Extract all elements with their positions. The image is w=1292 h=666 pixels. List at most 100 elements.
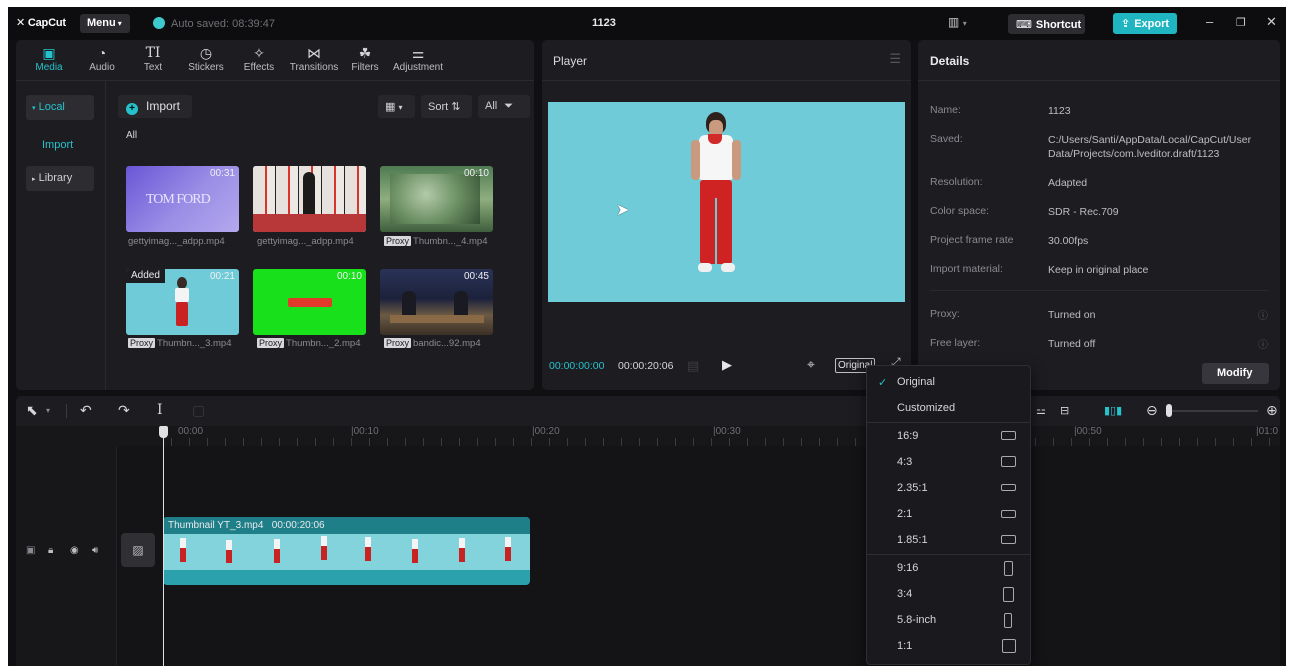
sidebar-label: Library	[38, 172, 73, 184]
media-filename-text: Thumbn..._2.mp4	[286, 338, 361, 349]
person-scarf	[708, 134, 722, 144]
timeline-tracks: ▣ 🔒︎ ◉ 🔊︎ ▨ Thumbnail YT_3.mp4 00:00:20:…	[16, 446, 1280, 666]
filters-icon: ☘	[358, 45, 372, 61]
detail-label: Import material:	[930, 263, 1003, 275]
shortcut-button[interactable]: ⌨ Shortcut	[1008, 14, 1085, 34]
media-thumbnail[interactable]	[253, 166, 366, 232]
proxy-tag: Proxy	[384, 338, 412, 348]
eye-icon[interactable]: ◉	[70, 545, 79, 556]
chevron-right-icon: ▸	[32, 176, 36, 183]
link-icon[interactable]: ⚍	[1036, 404, 1046, 417]
snap-icon[interactable]: ▮▯▮	[1104, 404, 1122, 417]
media-thumbnail[interactable]: Added 00:21	[126, 269, 239, 335]
ratio-option-1-1[interactable]: 1:1	[867, 634, 1030, 660]
details-panel: Details Name: 1123 Saved: C:/Users/Santi…	[918, 40, 1280, 390]
player-panel: Player ☰ ➤ 00:00:00:00 00:00:20:06 ▤ ▶ ⌖…	[542, 40, 911, 390]
tool-label: Transitions	[289, 62, 339, 73]
media-filename-text: Thumbn..._4.mp4	[413, 236, 488, 247]
split-icon[interactable]: I	[157, 402, 163, 418]
ratio-option-2-35-1[interactable]: 2.35:1	[867, 476, 1030, 502]
ratio-option-9-16[interactable]: 9:16	[867, 556, 1030, 582]
export-button[interactable]: ⇪ Export	[1113, 13, 1177, 34]
media-panel: ▣ Media ◔ Audio TI Text ◷ Stickers ✧ Effects …	[16, 40, 534, 390]
ratio-option-2-1[interactable]: 2:1	[867, 502, 1030, 528]
delete-icon[interactable]: ▢	[192, 402, 205, 419]
video-clip[interactable]: Thumbnail YT_3.mp4 00:00:20:06	[163, 517, 530, 585]
lock-icon[interactable]: 🔒︎	[48, 545, 53, 556]
hamburger-icon[interactable]: ☰	[889, 51, 901, 67]
undo-icon[interactable]: ↶	[80, 402, 92, 419]
tool-label: Audio	[89, 62, 115, 73]
info-icon[interactable]: ⓘ	[1258, 336, 1268, 351]
layout-button[interactable]: ▥ ▾	[948, 15, 967, 29]
ratio-16-9-icon	[1001, 431, 1016, 440]
ratio-option-16-9[interactable]: 16:9	[867, 424, 1030, 450]
media-thumbnail[interactable]: 00:10	[380, 166, 493, 232]
connect-icon[interactable]: ⊟	[1060, 404, 1069, 417]
timeline-ruler[interactable]: 00:00 |00:10 |00:20 |00:30 |00:50 |01:0	[16, 426, 1280, 446]
ratio-option-4-3[interactable]: 4:3	[867, 450, 1030, 476]
tool-media[interactable]: ▣ Media	[24, 44, 74, 73]
person-shoe	[698, 263, 712, 272]
video-preview[interactable]: ➤	[548, 102, 905, 302]
media-thumbnail[interactable]: 00:45	[380, 269, 493, 335]
ratio-option-customized[interactable]: Customized	[867, 396, 1030, 422]
duration-label: 00:21	[209, 271, 235, 282]
ruler-label: 00:00	[178, 426, 204, 437]
close-icon[interactable]: ✕	[1266, 14, 1277, 30]
ratio-9-16-icon	[1004, 561, 1013, 576]
tool-transitions[interactable]: ⋈ Transitions	[286, 44, 342, 73]
import-button[interactable]: + Import	[118, 95, 192, 118]
minimize-icon[interactable]: –	[1206, 14, 1213, 29]
tool-audio[interactable]: ◔ Audio	[77, 44, 127, 73]
ratio-option-original[interactable]: ✓ Original	[867, 370, 1030, 396]
play-icon[interactable]: ▶	[722, 357, 732, 373]
info-icon[interactable]: ⓘ	[1258, 307, 1268, 322]
view-toggle-button[interactable]: ▦ ▾	[378, 95, 415, 118]
tool-adjustment[interactable]: ⚌ Adjustment	[390, 44, 446, 73]
proxy-tag: Proxy	[257, 338, 285, 348]
zoom-out-icon[interactable]: ⊖	[1146, 402, 1158, 419]
tool-effects[interactable]: ✧ Effects	[234, 44, 284, 73]
detail-value: Turned off	[1048, 338, 1096, 350]
import-label: Import	[146, 99, 181, 113]
sidebar-item-library[interactable]: ▸ Library	[26, 166, 94, 191]
sidebar-item-import[interactable]: Import	[26, 133, 94, 158]
cover-image-icon[interactable]: ▨	[121, 533, 155, 567]
sort-button[interactable]: Sort ⇅	[421, 95, 472, 118]
zoom-in-icon[interactable]: ⊕	[1266, 402, 1278, 419]
tool-stickers[interactable]: ◷ Stickers	[181, 44, 231, 73]
volume-icon[interactable]: 🔊︎	[92, 545, 98, 556]
timeline-toggle-icon[interactable]: ▤	[687, 358, 699, 374]
fit-view-icon[interactable]: ⌖	[807, 356, 815, 373]
cover-toggle-icon[interactable]: ▣	[26, 545, 35, 556]
modify-button[interactable]: Modify	[1202, 363, 1269, 384]
chevron-down-icon[interactable]: ▾	[46, 406, 50, 415]
clip-frame	[269, 534, 315, 570]
ratio-3-4-icon	[1003, 587, 1014, 602]
ratio-option-3-4[interactable]: 3:4	[867, 582, 1030, 608]
restore-icon[interactable]: ❐	[1236, 16, 1246, 29]
tool-filters[interactable]: ☘ Filters	[340, 44, 390, 73]
select-cursor-icon[interactable]: ⬉	[26, 402, 38, 419]
filter-button[interactable]: All ⏷	[478, 95, 530, 118]
menu-button[interactable]: Menu ▾	[80, 14, 130, 33]
clip-header: Thumbnail YT_3.mp4 00:00:20:06	[163, 517, 530, 534]
zoom-slider[interactable]	[1168, 410, 1258, 412]
text-icon: TI	[145, 45, 161, 61]
ratio-option-1-85-1[interactable]: 1.85:1	[867, 528, 1030, 554]
media-thumbnail[interactable]: 00:10	[253, 269, 366, 335]
redo-icon[interactable]: ↷	[118, 402, 130, 419]
tool-text[interactable]: TI Text	[128, 44, 178, 73]
option-label: 1:1	[897, 640, 913, 652]
chevron-down-icon: ▾	[32, 105, 36, 112]
playhead[interactable]	[163, 430, 164, 666]
ratio-option-5-8-inch[interactable]: 5.8-inch	[867, 608, 1030, 634]
media-thumbnail[interactable]: TOM FORD 00:31	[126, 166, 239, 232]
playhead-handle[interactable]	[159, 426, 168, 438]
zoom-slider-handle[interactable]	[1166, 404, 1172, 417]
person-arm	[691, 140, 700, 180]
check-icon: ✓	[878, 377, 888, 389]
current-time: 00:00:00:00	[549, 360, 605, 372]
sidebar-item-local[interactable]: ▾ Local	[26, 95, 94, 120]
